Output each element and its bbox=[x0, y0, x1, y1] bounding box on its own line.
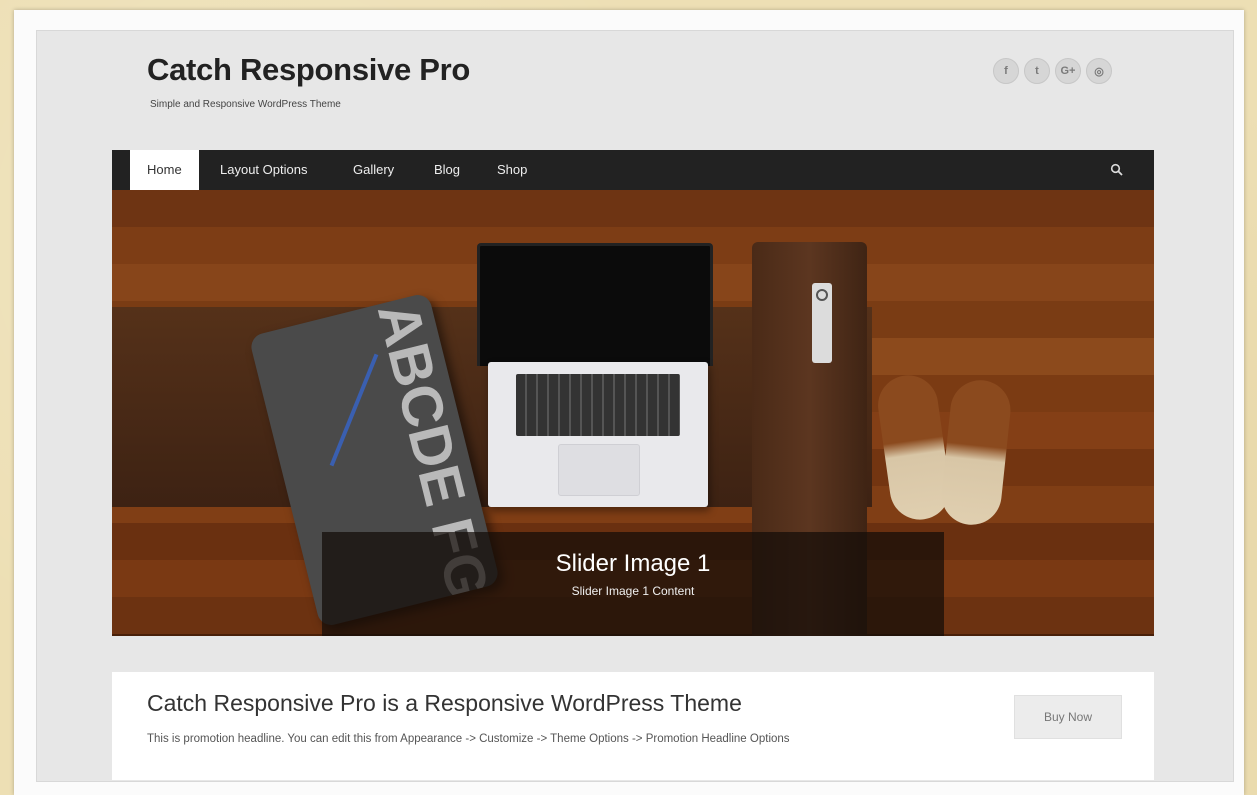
search-icon[interactable] bbox=[1110, 163, 1124, 177]
promotion-headline: Catch Responsive Pro is a Responsive Wor… bbox=[112, 672, 1154, 780]
slider-content: Slider Image 1 Content bbox=[571, 584, 695, 598]
nav-item-home[interactable]: Home bbox=[130, 150, 199, 190]
tv-remote bbox=[812, 283, 832, 363]
laptop-keyboard-deck bbox=[488, 362, 708, 507]
main-navigation: Home Layout Options Gallery Blog Shop bbox=[112, 150, 1154, 190]
nav-item-shop[interactable]: Shop bbox=[480, 150, 544, 190]
buy-now-button[interactable]: Buy Now bbox=[1014, 695, 1122, 739]
dribbble-icon[interactable]: ◎ bbox=[1086, 58, 1112, 84]
promotion-title: Catch Responsive Pro is a Responsive Wor… bbox=[147, 690, 742, 716]
featured-slider[interactable]: ABCDE FGHIJKL Slider Image 1 Slider Imag… bbox=[112, 190, 1154, 636]
nav-item-gallery[interactable]: Gallery bbox=[336, 150, 411, 190]
laptop-screen bbox=[477, 243, 713, 366]
laptop-trackpad bbox=[558, 444, 640, 496]
site-tagline: Simple and Responsive WordPress Theme bbox=[150, 99, 341, 110]
site-title[interactable]: Catch Responsive Pro bbox=[147, 52, 470, 88]
social-links: f t G+ ◎ bbox=[993, 58, 1112, 84]
floor-plank bbox=[112, 190, 1154, 229]
facebook-icon[interactable]: f bbox=[993, 58, 1019, 84]
slider-title[interactable]: Slider Image 1 bbox=[322, 550, 944, 578]
laptop-keyboard bbox=[516, 374, 680, 436]
google-plus-icon[interactable]: G+ bbox=[1055, 58, 1081, 84]
promotion-text: This is promotion headline. You can edit… bbox=[147, 733, 790, 745]
nav-item-layout-options[interactable]: Layout Options bbox=[203, 150, 324, 190]
twitter-icon[interactable]: t bbox=[1024, 58, 1050, 84]
slider-caption: Slider Image 1 Slider Image 1 Content bbox=[322, 532, 944, 636]
nav-item-blog[interactable]: Blog bbox=[417, 150, 477, 190]
